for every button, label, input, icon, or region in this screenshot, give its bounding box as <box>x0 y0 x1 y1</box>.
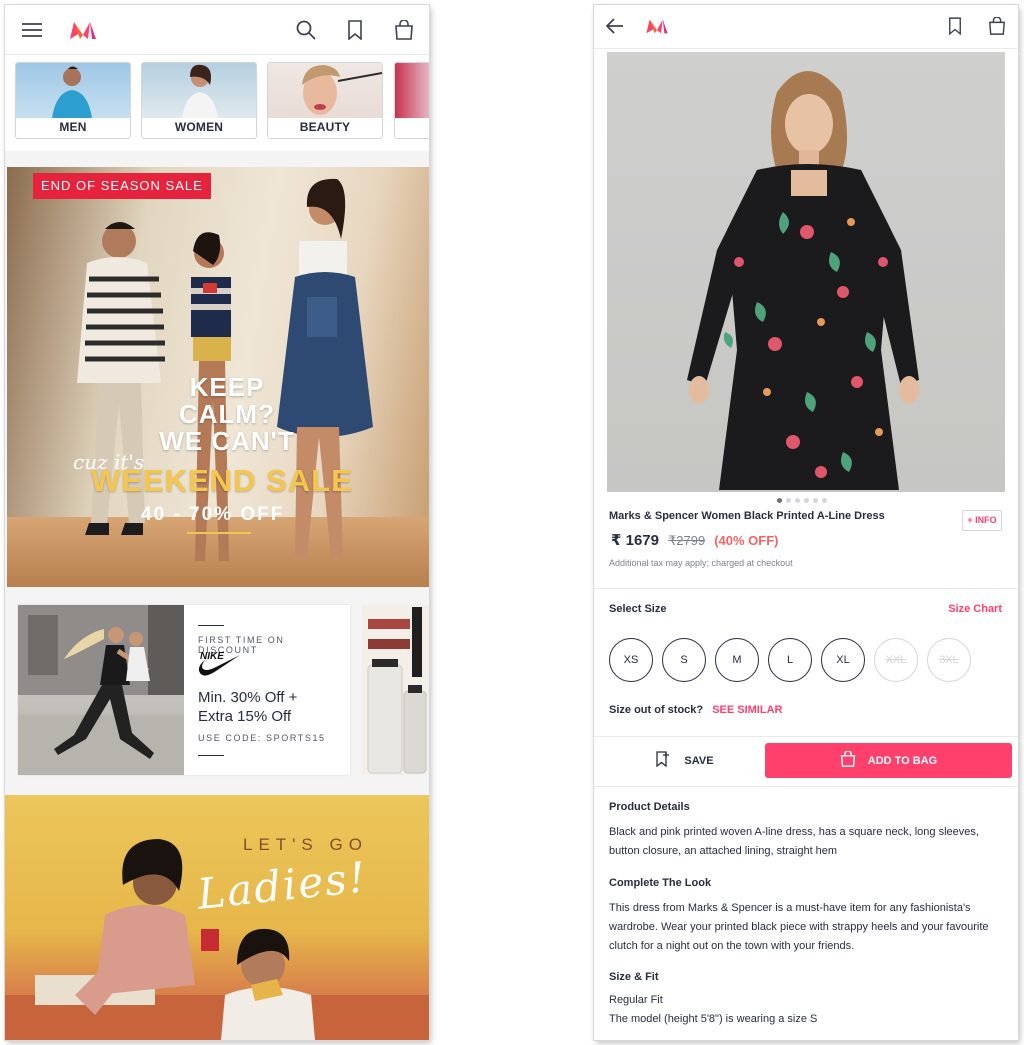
product-image[interactable] <box>607 52 1005 492</box>
promo-offer: Min. 30% Off + Extra 15% Off <box>198 688 297 726</box>
category-women-image <box>142 63 256 118</box>
promo-offer-line2: Extra 15% Off <box>198 708 292 725</box>
currency-symbol: ₹ <box>611 532 622 549</box>
divider <box>594 588 1018 589</box>
product-details-heading: Product Details <box>609 801 690 813</box>
bag-icon <box>840 750 856 770</box>
promo-code: USE CODE: SPORTS15 <box>198 733 326 743</box>
size-option-xs[interactable]: XS <box>609 638 653 682</box>
carousel-dot[interactable] <box>777 498 782 503</box>
product-model-illustration <box>687 71 919 490</box>
carousel-dot[interactable] <box>813 498 818 503</box>
hero-tagline-line2: CALM? <box>179 399 275 429</box>
size-option-s[interactable]: S <box>662 638 706 682</box>
category-beauty[interactable]: BEAUTY <box>267 62 383 139</box>
bookmark-plus-icon <box>656 751 670 770</box>
product-title: Marks & Spencer Women Black Printed A-Li… <box>609 510 885 522</box>
selling-price-value: 1679 <box>625 532 659 549</box>
complete-look-text: This dress from Marks & Spencer is a mus… <box>609 902 989 952</box>
sale-tag: END OF SEASON SALE <box>33 173 211 199</box>
category-peek-image <box>395 63 429 118</box>
hero-underline <box>187 532 251 534</box>
price-row: ₹ 1679 ₹2799 (40% OFF) <box>611 531 778 549</box>
category-strip: MEN WOMEN BEAUTY <box>5 55 429 151</box>
tax-note: Additional tax may apply; charged at che… <box>609 558 793 568</box>
size-fit-heading: Size & Fit <box>609 971 659 983</box>
select-size-label: Select Size <box>609 603 667 615</box>
category-peek[interactable] <box>394 62 429 139</box>
category-label: BEAUTY <box>299 120 351 134</box>
size-option-xl[interactable]: XL <box>821 638 865 682</box>
size-option-l[interactable]: L <box>768 638 812 682</box>
size-option-m[interactable]: M <box>715 638 759 682</box>
promo-card-nike[interactable]: FIRST TIME ON DISCOUNT NIKE Min. 30% Off… <box>18 605 350 775</box>
hero-discount: 40 - 70% OFF <box>141 504 285 525</box>
promo-text-block: FIRST TIME ON DISCOUNT NIKE Min. 30% Off… <box>198 605 348 775</box>
promo-carousel[interactable]: FIRST TIME ON DISCOUNT NIKE Min. 30% Off… <box>5 595 429 791</box>
ladies-title: LET'S GO <box>243 835 368 854</box>
mrp-price-value: 2799 <box>676 533 706 548</box>
save-button[interactable]: SAVE <box>607 743 763 778</box>
product-screen: Marks & Spencer Women Black Printed A-Li… <box>594 5 1018 1040</box>
mrp-price: ₹2799 <box>668 533 705 549</box>
promo-photo <box>18 605 184 775</box>
divider <box>594 736 1018 737</box>
hero-banner[interactable]: END OF SEASON SALE KEEP CALM? WE CAN'T c… <box>7 167 429 587</box>
category-label: WOMEN <box>174 120 224 134</box>
nike-logo: NIKE <box>198 651 242 679</box>
promo-card-peek[interactable] <box>362 605 429 775</box>
carousel-dot[interactable] <box>795 498 800 503</box>
size-chart-link[interactable]: Size Chart <box>948 603 1002 615</box>
carousel-dot[interactable] <box>822 498 827 503</box>
home-header <box>5 5 429 55</box>
hero-tagline-line3: WE CAN'T <box>159 426 295 456</box>
category-men-image <box>16 63 130 118</box>
hamburger-menu-icon[interactable] <box>19 17 45 43</box>
wishlist-icon[interactable] <box>342 17 368 43</box>
image-carousel-dots[interactable] <box>777 498 827 503</box>
hero-tagline-line1: KEEP <box>189 372 265 402</box>
search-icon[interactable] <box>293 17 319 43</box>
product-header <box>594 5 1018 49</box>
selling-price: ₹ 1679 <box>611 531 659 549</box>
see-similar-link[interactable]: SEE SIMILAR <box>712 704 782 716</box>
size-fit-line2: The model (height 5'8") is wearing a siz… <box>609 1013 818 1025</box>
myntra-logo[interactable] <box>642 13 672 39</box>
product-details-text: Black and pink printed woven A-line dres… <box>609 826 979 857</box>
nike-logo-text: NIKE <box>200 651 224 662</box>
ladies-banner[interactable]: LET'S GO Ladies! <box>5 795 429 1040</box>
promo-dash-top <box>198 625 224 626</box>
back-arrow-icon[interactable] <box>602 13 628 39</box>
category-women[interactable]: WOMEN <box>141 62 257 139</box>
out-of-stock-question: Size out of stock? <box>609 704 704 716</box>
category-beauty-image <box>268 63 382 118</box>
discount-label: (40% OFF) <box>714 533 779 548</box>
home-screen: MEN WOMEN BEAUTY END OF SEASON SALE KEEP… <box>5 5 429 1040</box>
add-to-bag-button[interactable]: ADD TO BAG <box>765 743 1012 778</box>
carousel-dot[interactable] <box>804 498 809 503</box>
bag-icon[interactable] <box>391 17 417 43</box>
bag-icon[interactable] <box>984 13 1010 39</box>
category-label: MEN <box>59 120 87 134</box>
promo-dash-bottom <box>198 755 224 756</box>
size-fit-line1: Regular Fit <box>609 994 663 1006</box>
wishlist-icon[interactable] <box>942 13 968 39</box>
hero-tagline: KEEP CALM? WE CAN'T <box>127 374 327 455</box>
size-selector: XS S M L XL XXL 3XL <box>609 638 971 682</box>
out-of-stock-row: Size out of stock? SEE SIMILAR <box>609 704 782 716</box>
hero-headline: WEEKEND SALE <box>91 463 353 498</box>
category-men[interactable]: MEN <box>15 62 131 139</box>
myntra-logo[interactable] <box>67 17 99 43</box>
carousel-dot[interactable] <box>786 498 791 503</box>
size-option-3xl: 3XL <box>927 638 971 682</box>
divider <box>594 786 1018 787</box>
ladies-models-illustration <box>5 839 429 1040</box>
add-to-bag-label: ADD TO BAG <box>867 754 938 767</box>
info-button[interactable]: + INFO <box>962 510 1002 531</box>
save-label: SAVE <box>684 754 714 767</box>
size-option-xxl: XXL <box>874 638 918 682</box>
complete-look-heading: Complete The Look <box>609 877 712 889</box>
promo-offer-line1: Min. 30% Off + <box>198 689 298 706</box>
